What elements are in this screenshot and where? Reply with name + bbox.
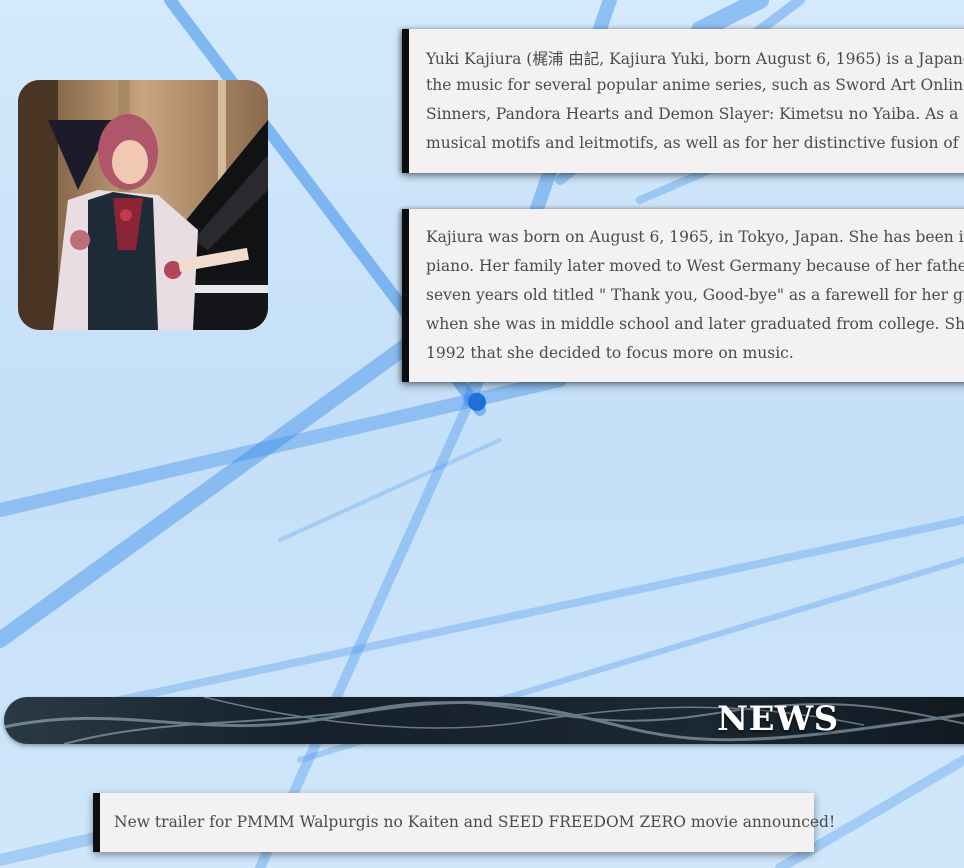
bio-intro-line: Sinners, Pandora Hearts and Demon Slayer… xyxy=(426,105,964,123)
bio-early-life-line: piano. Her family later moved to West Ge… xyxy=(426,257,964,275)
news-item-text[interactable]: New trailer for PMMM Walpurgis no Kaiten… xyxy=(114,813,835,831)
news-item[interactable]: New trailer for PMMM Walpurgis no Kaiten… xyxy=(93,793,835,852)
bio-card-intro: Yuki Kajiura (梶浦 由記, Kajiura Yuki, born … xyxy=(402,29,964,173)
bio-intro-line: the music for several popular anime seri… xyxy=(426,76,964,94)
bio-early-life-line: seven years old titled " Thank you, Good… xyxy=(426,286,964,304)
bio-intro-line: Yuki Kajiura (梶浦 由記, Kajiura Yuki, born … xyxy=(426,50,964,68)
artist-photo-image xyxy=(18,80,268,330)
bio-early-life-line: when she was in middle school and later … xyxy=(426,315,964,333)
bio-intro-line: musical motifs and leitmotifs, as well a… xyxy=(426,134,964,152)
bio-early-life-line: Kajiura was born on August 6, 1965, in T… xyxy=(426,228,964,246)
news-banner: NEWS xyxy=(4,697,964,744)
bio-card-early-life: Kajiura was born on August 6, 1965, in T… xyxy=(402,209,964,382)
news-heading: NEWS xyxy=(717,699,839,739)
artist-photo xyxy=(18,80,268,330)
bio-early-life-line: 1992 that she decided to focus more on m… xyxy=(426,344,794,362)
